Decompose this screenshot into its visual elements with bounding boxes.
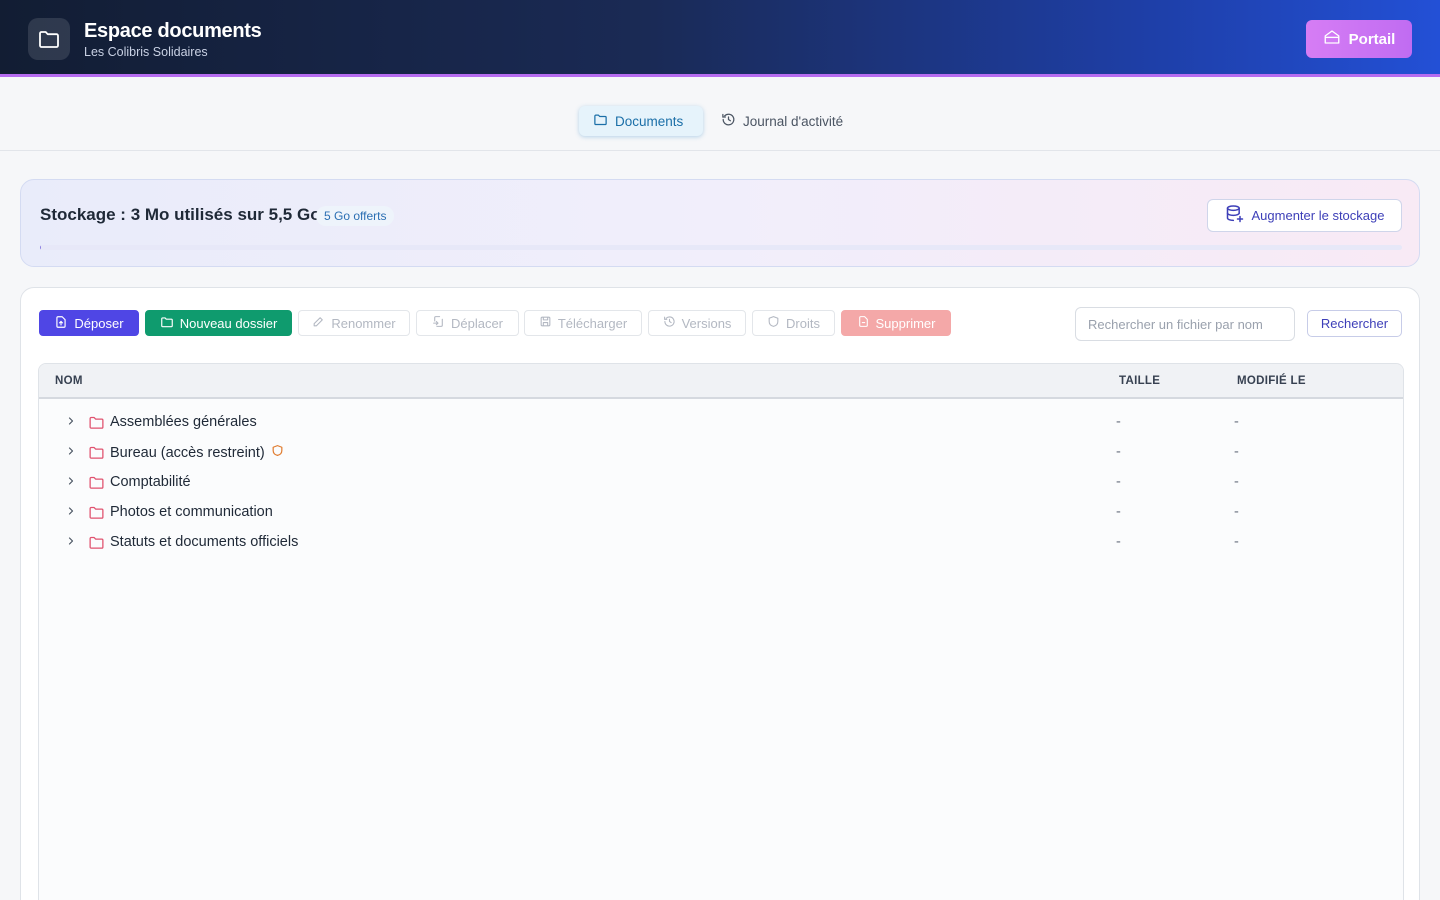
size-cell: - [1116, 504, 1121, 520]
storage-progress-fill [40, 245, 41, 250]
increase-storage-label: Augmenter le stockage [1251, 208, 1385, 223]
folder-icon [88, 444, 105, 465]
new-folder-button-label: Nouveau dossier [179, 315, 278, 331]
portal-button-label: Portail [1348, 30, 1396, 48]
table-header: NOM TAILLE MODIFIÉ LE [39, 364, 1403, 399]
search-input[interactable] [1075, 307, 1295, 341]
search-button[interactable]: Rechercher [1307, 310, 1402, 337]
delete-button-label: Supprimer [875, 315, 936, 331]
folder-name: Statuts et documents officiels [110, 534, 299, 550]
home-icon [1323, 28, 1341, 50]
permissions-button-label: Droits [786, 315, 820, 331]
shield-icon [767, 315, 780, 331]
table-row[interactable]: Comptabilité - - [39, 467, 1403, 497]
modified-cell: - [1234, 504, 1239, 520]
folder-name: Comptabilité [110, 474, 191, 490]
organization-name: Les Colibris Solidaires [84, 45, 208, 59]
modified-cell: - [1234, 414, 1239, 430]
size-cell: - [1116, 414, 1121, 430]
upload-button-label: Déposer [74, 315, 124, 331]
folder-name: Assemblées générales [110, 414, 257, 430]
portal-button[interactable]: Portail [1306, 20, 1412, 58]
modified-cell: - [1234, 534, 1239, 550]
tab-label: Documents [615, 113, 684, 129]
restricted-shield-icon [271, 444, 284, 461]
folder-icon [88, 504, 105, 525]
table-row[interactable]: Statuts et documents officiels - - [39, 527, 1403, 557]
database-plus-icon [1225, 204, 1245, 227]
tab-activity-log[interactable]: Journal d'activité [707, 106, 857, 136]
folder-icon [28, 18, 70, 60]
folder-icon [88, 414, 105, 435]
chevron-right-icon[interactable] [65, 445, 77, 461]
folder-name-cell[interactable]: Assemblées générales [110, 414, 257, 430]
folder-icon [88, 474, 105, 495]
folder-icon [88, 534, 105, 555]
save-icon [539, 315, 552, 331]
new-folder-button[interactable]: Nouveau dossier [145, 310, 292, 336]
versions-button-label: Versions [681, 315, 732, 331]
tabs-bar: Documents Journal d'activité [0, 77, 1440, 151]
versions-button[interactable]: Versions [648, 310, 746, 336]
history-icon [721, 112, 736, 130]
permissions-button[interactable]: Droits [752, 310, 835, 336]
history-icon [663, 315, 676, 331]
size-cell: - [1116, 444, 1121, 460]
modified-cell: - [1234, 444, 1239, 460]
pencil-icon [312, 315, 325, 331]
storage-progress-bar [40, 245, 1402, 250]
rename-button-label: Renommer [331, 315, 396, 331]
storage-usage-text: Stockage : 3 Mo utilisés sur 5,5 Go [40, 205, 321, 224]
chevron-right-icon[interactable] [65, 415, 77, 431]
folder-name: Photos et communication [110, 504, 273, 520]
folder-name-cell[interactable]: Bureau (accès restreint) [110, 444, 284, 461]
move-button-label: Déplacer [450, 315, 504, 331]
tab-documents[interactable]: Documents [579, 106, 703, 136]
folder-name: Bureau (accès restreint) [110, 444, 265, 461]
delete-button[interactable]: Supprimer [841, 310, 951, 336]
storage-card: Stockage : 3 Mo utilisés sur 5,5 Go 5 Go… [20, 179, 1420, 267]
storage-offer-badge: 5 Go offerts [316, 206, 395, 226]
folder-icon [593, 112, 608, 130]
move-button[interactable]: Déplacer [416, 310, 519, 336]
folder-name-cell[interactable]: Photos et communication [110, 504, 273, 520]
file-table: NOM TAILLE MODIFIÉ LE Assemblées général… [38, 363, 1404, 900]
delete-file-icon [857, 315, 870, 331]
folder-name-cell[interactable]: Comptabilité [110, 474, 191, 490]
download-button-label: Télécharger [557, 315, 628, 331]
chevron-right-icon[interactable] [65, 505, 77, 521]
page-title: Espace documents [84, 20, 262, 42]
documents-panel: Déposer Nouveau dossier Renommer Déplace… [20, 287, 1420, 900]
size-cell: - [1116, 474, 1121, 490]
folder-icon [160, 315, 174, 332]
folder-name-cell[interactable]: Statuts et documents officiels [110, 534, 298, 550]
chevron-right-icon[interactable] [65, 535, 77, 551]
tab-label: Journal d'activité [743, 113, 844, 129]
column-header-name[interactable]: NOM [55, 375, 83, 387]
table-row[interactable]: Photos et communication - - [39, 497, 1403, 527]
chevron-right-icon[interactable] [65, 475, 77, 491]
upload-file-icon [54, 315, 68, 332]
download-button[interactable]: Télécharger [524, 310, 642, 336]
size-cell: - [1116, 534, 1121, 550]
move-file-icon [432, 315, 445, 331]
table-body: Assemblées générales - - Bureau (accès rest… [39, 399, 1403, 557]
table-row[interactable]: Bureau (accès restreint) - - [39, 437, 1403, 467]
upload-button[interactable]: Déposer [39, 310, 139, 336]
column-header-modified[interactable]: MODIFIÉ LE [1237, 375, 1306, 387]
app-header: Espace documents Les Colibris Solidaires… [0, 0, 1440, 77]
column-header-size[interactable]: TAILLE [1119, 375, 1160, 387]
modified-cell: - [1234, 474, 1239, 490]
rename-button[interactable]: Renommer [298, 310, 410, 336]
increase-storage-button[interactable]: Augmenter le stockage [1207, 199, 1402, 232]
table-row[interactable]: Assemblées générales - - [39, 407, 1403, 437]
